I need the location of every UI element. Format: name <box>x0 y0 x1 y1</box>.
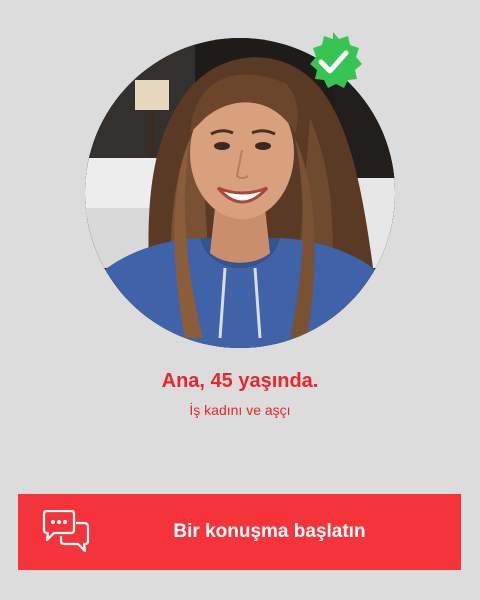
start-conversation-label: Bir konuşma başlatın <box>173 521 366 542</box>
verified-badge-icon <box>302 30 364 92</box>
profile-name-age: Ana, 45 yaşında. <box>161 370 319 392</box>
profile-occupation: İş kadını ve aşçı <box>189 402 291 418</box>
start-conversation-button[interactable]: Bir konuşma başlatın <box>18 494 461 570</box>
